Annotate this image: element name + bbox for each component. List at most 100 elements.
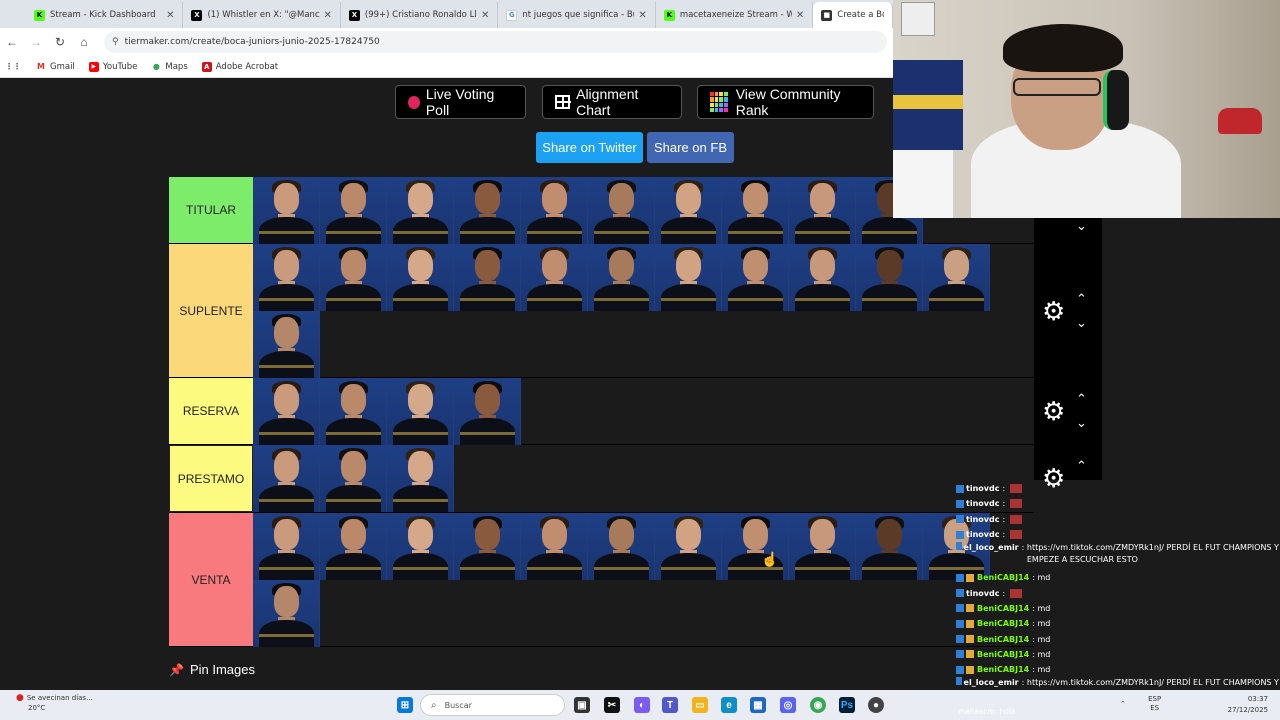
taskbar-search[interactable]: ⌕ Buscar [420, 694, 565, 716]
player-thumbnail[interactable] [387, 513, 454, 580]
close-tab-icon[interactable]: ✕ [481, 10, 489, 21]
teams-icon[interactable]: T [662, 697, 678, 713]
discord-icon[interactable]: ◎ [780, 697, 796, 713]
site-info-icon[interactable]: ⚲ [112, 37, 119, 47]
chat-username[interactable]: BeniCABJ14 [977, 650, 1029, 659]
player-thumbnail[interactable] [253, 378, 320, 445]
player-thumbnail[interactable] [253, 177, 320, 244]
capcut-icon[interactable]: ✂ [604, 697, 620, 713]
player-thumbnail[interactable] [454, 513, 521, 580]
chat-username[interactable]: BeniCABJ14 [977, 573, 1029, 582]
player-thumbnail[interactable] [521, 177, 588, 244]
bookmark-adobe-acrobat[interactable]: A Adobe Acrobat [201, 61, 278, 72]
player-thumbnail[interactable] [521, 513, 588, 580]
player-thumbnail[interactable] [320, 244, 387, 311]
language-indicator[interactable]: ESP ES [1148, 695, 1161, 713]
copilot-icon[interactable]: ◐ [634, 697, 650, 713]
bookmark-maps[interactable]: ● Maps [151, 62, 188, 72]
player-thumbnail[interactable] [454, 244, 521, 311]
photoshop-icon[interactable]: Ps [839, 697, 855, 713]
close-tab-icon[interactable]: ✕ [166, 10, 174, 21]
player-thumbnail[interactable] [521, 244, 588, 311]
player-thumbnail[interactable] [320, 445, 387, 512]
back-icon[interactable]: ← [0, 35, 24, 49]
pin-images-toggle[interactable]: 📌 Pin Images [169, 662, 255, 677]
player-thumbnail[interactable] [454, 378, 521, 445]
tier-label[interactable]: RESERVA [169, 378, 253, 444]
tier-label[interactable]: TITULAR [169, 177, 253, 243]
player-thumbnail[interactable] [655, 513, 722, 580]
browser-tab[interactable]: K Stream - Kick Dashboard ✕ [26, 2, 184, 28]
player-thumbnail[interactable] [253, 445, 320, 512]
browser-tab[interactable]: K macetaxeneize Stream - Watch ✕ [656, 2, 814, 28]
player-thumbnail[interactable] [722, 177, 789, 244]
close-tab-icon[interactable]: ✕ [324, 10, 332, 21]
chat-username[interactable]: el_loco_emir [964, 542, 1019, 554]
player-thumbnail[interactable] [320, 513, 387, 580]
chrome-icon[interactable]: ◉ [810, 697, 826, 713]
store-icon[interactable]: ▦ [750, 697, 766, 713]
home-icon[interactable]: ⌂ [72, 35, 96, 49]
apps-icon[interactable]: ⋮⋮ [5, 62, 22, 72]
tier-label[interactable]: PRESTAMO [169, 445, 253, 512]
file-explorer-icon[interactable]: ▭ [692, 697, 708, 713]
edge-icon[interactable]: e [721, 697, 737, 713]
chat-username[interactable]: BeniCABJ14 [977, 635, 1029, 644]
player-thumbnail[interactable] [856, 244, 923, 311]
windows-start-icon[interactable]: ⊞ [397, 697, 413, 713]
chat-username[interactable]: tinovdc [966, 484, 999, 493]
browser-tab-active[interactable]: ■ Create a Boca [813, 2, 894, 28]
view-community-rank-button[interactable]: View Community Rank [697, 85, 874, 119]
player-thumbnail[interactable] [789, 513, 856, 580]
player-thumbnail[interactable] [655, 177, 722, 244]
player-thumbnail[interactable] [655, 244, 722, 311]
task-view-icon[interactable]: ▣ [574, 697, 590, 713]
player-thumbnail[interactable] [253, 311, 320, 378]
alignment-chart-button[interactable]: Alignment Chart [542, 85, 682, 119]
player-thumbnail[interactable] [320, 378, 387, 445]
system-tray[interactable]: ⌃ ESP ES [1120, 695, 1161, 713]
player-thumbnail[interactable] [588, 244, 655, 311]
chat-username[interactable]: BeniCABJ14 [977, 619, 1029, 628]
chevron-up-icon[interactable]: ⌃ [1076, 459, 1087, 472]
tray-chevron-icon[interactable]: ⌃ [1120, 700, 1126, 708]
clock[interactable]: 03:37 27/12/2025 [1228, 694, 1268, 716]
close-tab-icon[interactable]: ✕ [638, 10, 646, 21]
player-thumbnail[interactable] [923, 244, 990, 311]
live-voting-poll-button[interactable]: Live Voting Poll [395, 85, 526, 119]
bookmark-youtube[interactable]: ▶ YouTube [88, 61, 137, 72]
player-thumbnail[interactable] [722, 244, 789, 311]
share-twitter-button[interactable]: Share on Twitter [536, 132, 643, 163]
chat-username[interactable]: BeniCABJ14 [977, 665, 1029, 674]
player-thumbnail[interactable] [722, 513, 789, 580]
player-thumbnail[interactable] [387, 177, 454, 244]
gear-icon[interactable]: ⚙ [1042, 298, 1065, 324]
chat-username[interactable]: tinovdc [966, 515, 999, 524]
browser-tab[interactable]: X (99+) Cristiano Ronaldo Llorand ✕ [341, 2, 499, 28]
chevron-up-icon[interactable]: ⌃ [1076, 392, 1087, 405]
chevron-down-icon[interactable]: ⌄ [1076, 416, 1087, 429]
chat-username[interactable]: BeniCABJ14 [977, 604, 1029, 613]
close-tab-icon[interactable]: ✕ [796, 10, 804, 21]
bookmark-gmail[interactable]: M Gmail [36, 62, 75, 72]
player-thumbnail[interactable] [253, 580, 320, 647]
browser-tab[interactable]: G nt juegos que significa - Buscar ✕ [498, 2, 656, 28]
player-thumbnail[interactable] [253, 244, 320, 311]
reload-icon[interactable]: ↻ [48, 35, 72, 49]
chat-username[interactable]: tinovdc [966, 589, 999, 598]
player-thumbnail[interactable] [454, 177, 521, 244]
share-fb-button[interactable]: Share on FB [647, 132, 734, 163]
player-thumbnail[interactable] [387, 244, 454, 311]
browser-tab[interactable]: X (1) Whistler en X: "@Manch ✕ [183, 2, 341, 28]
player-thumbnail[interactable] [789, 244, 856, 311]
player-thumbnail[interactable] [387, 445, 454, 512]
gear-icon[interactable]: ⚙ [1042, 398, 1065, 424]
player-thumbnail[interactable] [253, 513, 320, 580]
player-thumbnail[interactable] [387, 378, 454, 445]
app-icon[interactable]: ● [868, 697, 884, 713]
chat-username[interactable]: tinovdc [966, 530, 999, 539]
chat-username[interactable]: el_loco_emir [964, 677, 1019, 689]
chevron-down-icon[interactable]: ⌄ [1076, 316, 1087, 329]
player-thumbnail[interactable] [856, 513, 923, 580]
tier-label[interactable]: SUPLENTE [169, 244, 253, 377]
